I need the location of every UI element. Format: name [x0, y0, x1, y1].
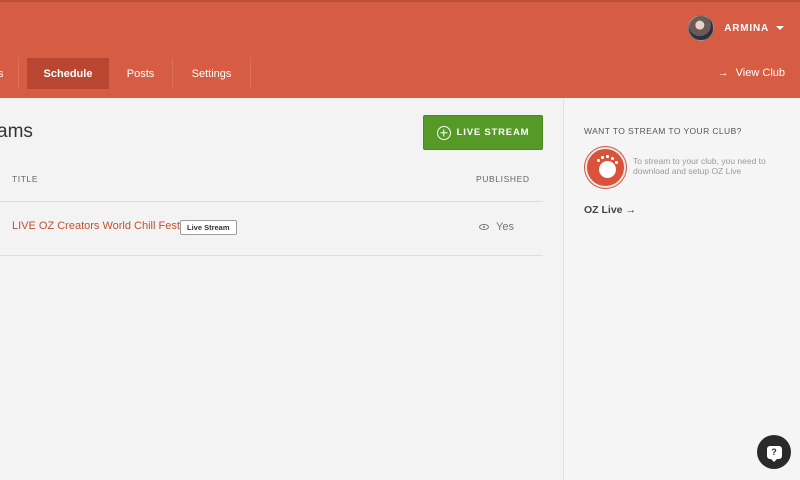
tab-schedule[interactable]: Schedule — [27, 58, 109, 89]
oz-logo-dot — [597, 159, 600, 162]
view-club-label: View Club — [735, 67, 785, 79]
arrow-right-icon: → — [625, 204, 637, 216]
oz-logo-circle — [599, 161, 616, 178]
live-stream-button[interactable]: LIVE STREAM — [423, 115, 543, 150]
user-menu[interactable]: ARMINA — [688, 14, 784, 42]
oz-logo-dot — [611, 157, 614, 160]
club-tabs: s Schedule Posts Settings — [0, 58, 251, 89]
main-content: ams LIVE STREAM TITLE PUBLISHED LIVE OZ … — [0, 98, 563, 480]
sidebar-description: To stream to your club, you need to down… — [633, 156, 766, 176]
row-divider — [0, 255, 543, 256]
oz-live-link-label: OZ Live — [584, 204, 623, 216]
tab-posts[interactable]: Posts — [109, 58, 173, 89]
published-value: Yes — [496, 221, 514, 233]
sidebar-heading: WANT TO STREAM TO YOUR CLUB? — [584, 126, 742, 136]
live-stream-button-label: LIVE STREAM — [456, 127, 530, 138]
page-title: ams — [0, 121, 33, 142]
sidebar: WANT TO STREAM TO YOUR CLUB? To stream t… — [563, 98, 800, 480]
column-header-title[interactable]: TITLE — [12, 174, 38, 184]
column-header-published[interactable]: PUBLISHED — [476, 174, 530, 184]
oz-logo-dot — [615, 161, 618, 164]
arrow-right-icon: → — [717, 67, 729, 79]
tab-partial[interactable]: s — [0, 58, 19, 89]
help-icon: ? — [766, 445, 782, 462]
view-club-link[interactable]: → View Club — [718, 67, 785, 79]
oz-logo-dot — [601, 156, 604, 159]
help-button[interactable]: ? — [757, 435, 791, 469]
oz-live-link[interactable]: OZ Live → — [584, 204, 636, 216]
table-row[interactable]: LIVE OZ Creators World Chill Festival Li… — [0, 202, 543, 255]
oz-live-logo-icon — [585, 147, 626, 188]
avatar[interactable] — [688, 15, 715, 41]
stream-title-link[interactable]: LIVE OZ Creators World Chill Festival — [12, 220, 196, 232]
eye-icon — [479, 224, 489, 230]
oz-logo-dot — [606, 155, 609, 158]
caret-down-icon[interactable] — [776, 26, 784, 30]
top-header: ARMINA s Schedule Posts Settings → View … — [0, 0, 800, 98]
published-status: Yes — [479, 221, 514, 233]
tab-settings[interactable]: Settings — [173, 58, 251, 89]
plus-circle-icon — [436, 125, 451, 140]
live-stream-badge: Live Stream — [180, 220, 237, 235]
user-name[interactable]: ARMINA — [724, 23, 769, 34]
